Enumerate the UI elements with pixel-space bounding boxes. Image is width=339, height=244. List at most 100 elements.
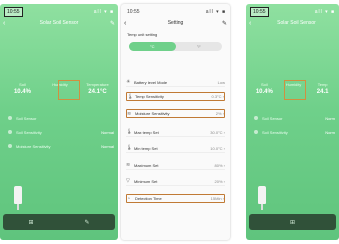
page-title: Solar Soil Sensor <box>277 20 316 26</box>
nav-bar: ‹ Solar Soil Sensor <box>249 18 336 28</box>
status-bar: 10:55 all ▾ ■ <box>250 6 335 17</box>
setting-value: 80% › <box>214 162 225 168</box>
status-time: 10:55 <box>127 8 140 15</box>
list-item[interactable]: Soil Sensor <box>8 114 114 122</box>
highlight-box <box>284 80 306 100</box>
setting-label: Battery level Mode <box>134 79 168 85</box>
setting-label: Detection Time <box>135 196 162 201</box>
status-icons: all ▾ ■ <box>205 8 226 15</box>
setting-value: 10.0°C › <box>210 145 225 151</box>
reading-soil: Soil 10.4% <box>250 82 279 104</box>
setting-label: Minimum Set <box>134 178 158 184</box>
page-title: Setting <box>167 20 184 26</box>
setting-maximum[interactable]: ≋ Maximum Set 80% › <box>126 161 225 170</box>
setting-detection-time[interactable]: ◔ Detection Time 15Min › <box>126 194 225 203</box>
setting-max-temp[interactable]: 🌡 Max temp Set 30.0°C › <box>126 128 225 137</box>
reading-value: 10.4% <box>255 89 273 95</box>
reading-caption: Temperature <box>86 82 109 87</box>
moisture-icon: ≋ <box>126 162 131 168</box>
setting-minimum[interactable]: ▽ Minimum Set 20% › <box>126 177 225 186</box>
setting-moisture-sensitivity[interactable]: ≋ Moisture Sensitivity 2% › <box>126 109 225 118</box>
back-icon[interactable]: ‹ <box>124 20 132 27</box>
reading-value: 10.4% <box>13 89 31 95</box>
screenshot-collage: 10:55 all ▾ ■ ‹ Solar Soil Sensor ✎ Soil… <box>0 0 339 244</box>
list-item[interactable]: Soil Sensitivity Normal <box>8 128 114 136</box>
device-screen-right: 10:55 all ▾ ■ ‹ Solar Soil Sensor Soil 1… <box>246 4 339 240</box>
status-icons: all ▾ ■ <box>314 8 335 15</box>
reading-temperature: Temp 24.1 <box>308 82 337 104</box>
leaf-icon <box>8 116 12 120</box>
edit-icon[interactable]: ✎ <box>84 219 89 226</box>
thermometer-icon: 🌡 <box>126 145 133 151</box>
leaf-icon <box>8 144 12 148</box>
settings-screen: 10:55 all ▾ ■ ‹ Setting ✎ Temp unit sett… <box>121 4 230 240</box>
back-icon[interactable]: ‹ <box>249 20 257 27</box>
list-item[interactable]: Soil Sensor Norm <box>254 114 335 122</box>
list-item-value: Norm <box>325 115 335 121</box>
reading-value: 24.1°C <box>88 89 107 95</box>
setting-label: Temp Sensitivity <box>135 94 164 99</box>
setting-label: Maximum Set <box>134 162 159 168</box>
clock-icon: ◔ <box>127 195 131 202</box>
setting-label: Min temp Set <box>134 145 158 151</box>
list-item-label: Soil Sensor <box>16 115 37 121</box>
nav-bar: ‹ Setting ✎ <box>124 18 227 28</box>
status-time: 10:55 <box>250 6 269 17</box>
nav-bar: ‹ Solar Soil Sensor ✎ <box>3 18 115 28</box>
leaf-icon <box>254 130 258 134</box>
status-time: 10:55 <box>4 6 23 17</box>
bottom-toolbar: ⊞ ✎ <box>3 214 115 230</box>
list-item-label: Soil Sensor <box>262 115 283 121</box>
status-icons: all ▾ ■ <box>93 8 114 15</box>
list-item-label: Moisture Sensitivity <box>16 143 51 149</box>
setting-value: 30.0°C › <box>210 129 225 135</box>
soil-sensor-image <box>14 186 22 210</box>
setting-label: Moisture Sensitivity <box>135 111 170 116</box>
edit-icon[interactable]: ✎ <box>219 20 227 27</box>
sun-icon: ☀ <box>126 79 131 85</box>
reading-temperature: Temperature 24.1°C <box>79 82 116 104</box>
status-bar: 10:55 all ▾ ■ <box>4 6 114 17</box>
setting-temp-sensitivity[interactable]: 🌡 Temp Sensitivity 0.3°C › <box>126 92 225 101</box>
list-item-value: Normal <box>101 143 114 149</box>
status-bar: 10:55 all ▾ ■ <box>125 7 226 16</box>
thermometer-icon: 🌡 <box>127 93 134 100</box>
temp-unit-toggle[interactable]: °C °F <box>129 42 222 51</box>
moisture-icon: ≋ <box>127 110 132 117</box>
bottom-toolbar: ⊞ <box>249 214 336 230</box>
setting-value: 2% › <box>215 111 224 116</box>
device-screen-left: 10:55 all ▾ ■ ‹ Solar Soil Sensor ✎ Soil… <box>0 4 118 240</box>
setting-value: 0.3°C › <box>211 94 225 99</box>
list-item-label: Soil Sensitivity <box>16 129 42 135</box>
reading-caption: Temp <box>317 82 328 87</box>
temp-unit-label: Temp unit setting <box>127 32 158 37</box>
leaf-icon <box>254 116 258 120</box>
soil-sensor-image <box>258 186 266 210</box>
funnel-icon: ▽ <box>126 178 130 184</box>
list-item-value: Norm <box>325 129 335 135</box>
unit-option-fahrenheit[interactable]: °F <box>176 42 223 51</box>
list-item[interactable]: Moisture Sensitivity Normal <box>8 142 114 150</box>
reading-caption: Soil <box>261 82 268 87</box>
highlight-box <box>58 80 80 100</box>
back-icon[interactable]: ‹ <box>3 20 11 27</box>
setting-battery-mode[interactable]: ☀ Battery level Mode Low <box>126 78 225 87</box>
setting-value: Low <box>217 79 225 85</box>
page-title: Solar Soil Sensor <box>39 20 79 26</box>
setting-value: 15Min › <box>210 196 224 201</box>
setting-label: Max temp Set <box>134 129 159 135</box>
list-item-value: Normal <box>101 129 114 135</box>
edit-icon[interactable]: ✎ <box>107 20 115 27</box>
list-item[interactable]: Soil Sensitivity Norm <box>254 128 335 136</box>
list-item-label: Soil Sensitivity <box>262 129 288 135</box>
grid-icon[interactable]: ⊞ <box>28 219 33 226</box>
reading-caption: Soil <box>19 82 26 87</box>
setting-value: 20% › <box>214 178 225 184</box>
thermometer-icon: 🌡 <box>126 129 133 135</box>
reading-value: 24.1 <box>316 89 329 95</box>
setting-min-temp[interactable]: 🌡 Min temp Set 10.0°C › <box>126 144 225 153</box>
grid-icon[interactable]: ⊞ <box>290 219 295 226</box>
unit-option-celsius[interactable]: °C <box>129 42 176 51</box>
leaf-icon <box>8 130 12 134</box>
reading-soil: Soil 10.4% <box>4 82 41 104</box>
